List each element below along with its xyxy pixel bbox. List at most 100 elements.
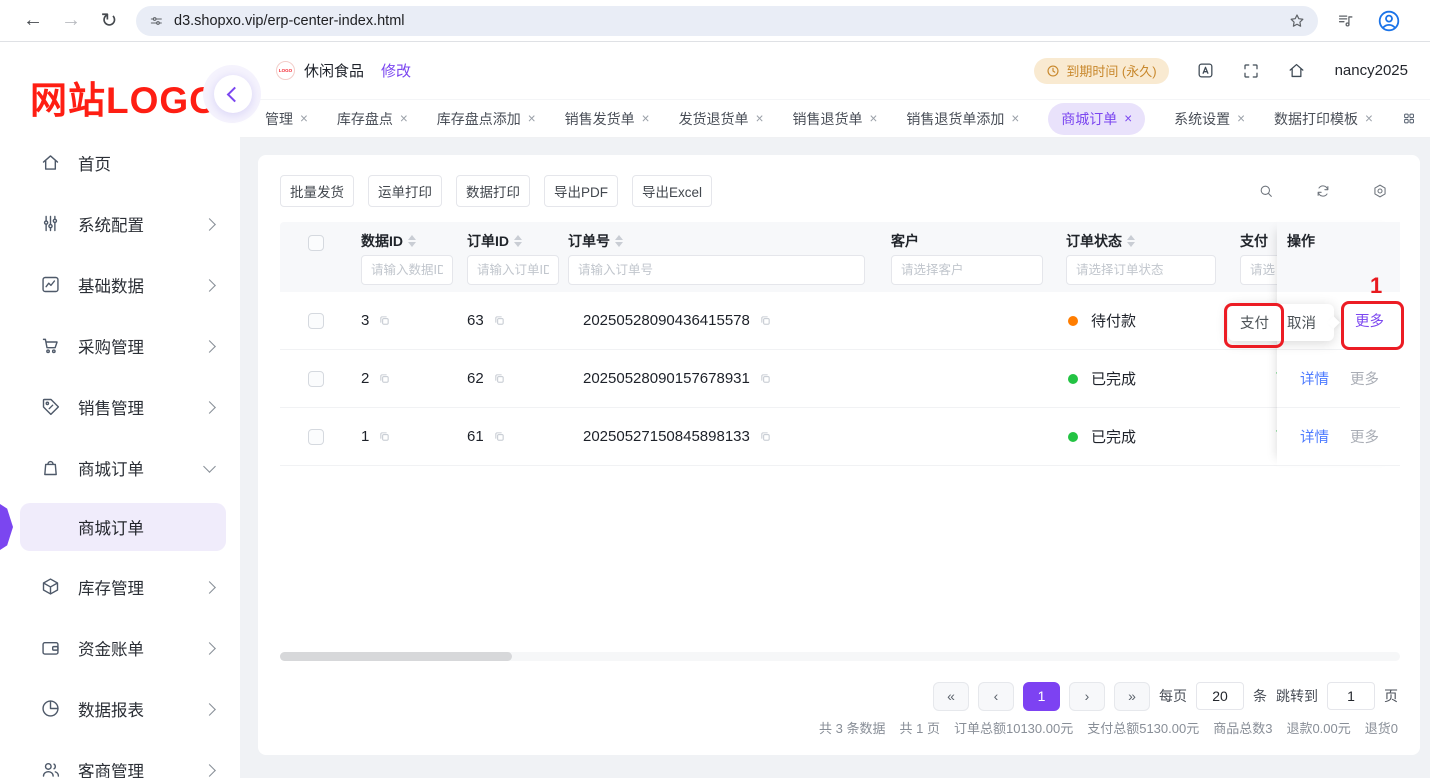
tab-item-active[interactable]: 商城订单 × [1048,102,1146,135]
column-header-data-id[interactable]: 数据ID [361,231,416,251]
browser-reload-button[interactable]: ↻ [90,8,128,33]
browser-forward-button[interactable]: → [52,9,90,32]
close-icon[interactable]: × [1237,111,1245,126]
copy-icon[interactable] [759,430,772,443]
column-header-order-status[interactable]: 订单状态 [1066,231,1135,251]
url-bar[interactable]: d3.shopxo.vip/erp-center-index.html [136,5,1318,36]
pagination-next-button[interactable]: › [1069,681,1105,711]
filter-select-order-status[interactable] [1066,255,1216,285]
sidebar-item-sales[interactable]: 销售管理 [0,376,240,437]
close-icon[interactable]: × [642,111,650,126]
fullscreen-icon[interactable] [1242,62,1260,80]
data-print-button[interactable]: 数据打印 [456,175,530,207]
link-detail[interactable]: 详情 [1300,426,1329,447]
edit-link[interactable]: 修改 [381,60,411,81]
filter-select-customer[interactable] [891,255,1043,285]
pagination-last-button[interactable]: » [1114,681,1150,711]
browser-back-button[interactable]: ← [14,9,52,32]
sidebar-item-funds[interactable]: 资金账单 [0,617,240,678]
tabs-overview-icon[interactable] [1402,110,1416,127]
tab-item[interactable]: 数据打印模板 × [1274,109,1373,129]
sidebar-item-customers[interactable]: 客商管理 [0,739,240,778]
copy-icon[interactable] [378,430,391,443]
active-menu-marker [0,504,13,550]
link-more[interactable]: 更多 [1355,310,1384,331]
copy-icon[interactable] [759,372,772,385]
url-text[interactable]: d3.shopxo.vip/erp-center-index.html [174,13,1278,29]
browser-menu-icon[interactable]: ⋮ [1423,10,1430,31]
row-checkbox[interactable] [308,429,324,445]
link-more[interactable]: 更多 [1350,368,1379,389]
copy-icon[interactable] [493,372,506,385]
sliders-icon [43,215,58,232]
close-icon[interactable]: × [1124,111,1132,126]
column-header-order-id[interactable]: 订单ID [467,231,522,251]
sidebar-item-purchase[interactable]: 采购管理 [0,315,240,376]
sidebar-subitem-mall-orders[interactable]: 商城订单 [20,503,226,551]
filter-input-data-id[interactable] [361,255,453,285]
link-more[interactable]: 更多 [1350,426,1379,447]
goto-page-input[interactable] [1327,682,1375,710]
bookmark-star-icon[interactable] [1288,12,1306,30]
close-icon[interactable]: × [400,111,408,126]
row-checkbox[interactable] [308,313,324,329]
close-icon[interactable]: × [756,111,764,126]
batch-ship-button[interactable]: 批量发货 [280,175,354,207]
search-icon[interactable] [1258,183,1274,199]
profile-avatar-icon[interactable] [1377,9,1401,33]
language-icon[interactable] [1196,61,1215,80]
copy-icon[interactable] [493,430,506,443]
link-detail[interactable]: 详情 [1300,368,1329,389]
home-icon[interactable] [1287,61,1306,80]
sidebar-item-mall-orders[interactable]: 商城订单 [0,437,240,498]
export-pdf-button[interactable]: 导出PDF [544,175,618,207]
sort-icon[interactable] [1127,235,1135,247]
tab-item[interactable]: 销售退货单添加 × [906,109,1019,129]
sidebar-item-inventory[interactable]: 库存管理 [0,556,240,617]
sidebar-collapse-button[interactable] [214,75,252,113]
sort-icon[interactable] [514,235,522,247]
tab-item[interactable]: 库存盘点 × [337,109,408,129]
close-icon[interactable]: × [528,111,536,126]
tab-item[interactable]: 销售发货单 × [565,109,650,129]
column-header-order-no[interactable]: 订单号 [568,231,623,251]
sidebar-item-system-config[interactable]: 系统配置 [0,193,240,254]
site-settings-icon[interactable] [148,13,164,29]
copy-icon[interactable] [378,314,391,327]
tab-item[interactable]: 销售退货单 × [792,109,877,129]
scrollbar-thumb[interactable] [280,652,512,661]
popover-pay-button[interactable]: 支付 [1240,312,1269,333]
tab-item[interactable]: 系统设置 × [1174,109,1245,129]
waybill-print-button[interactable]: 运单打印 [368,175,442,207]
popover-cancel-button[interactable]: 取消 [1287,312,1316,333]
tab-item[interactable]: 管理 × [265,109,308,129]
sort-icon[interactable] [615,235,623,247]
tab-item[interactable]: 库存盘点添加 × [437,109,536,129]
sidebar-item-base-data[interactable]: 基础数据 [0,254,240,315]
refresh-icon[interactable] [1315,183,1331,199]
sidebar-item-reports[interactable]: 数据报表 [0,678,240,739]
close-icon[interactable]: × [1365,111,1373,126]
export-excel-button[interactable]: 导出Excel [632,175,713,207]
horizontal-scrollbar[interactable] [280,652,1400,661]
pagination-first-button[interactable]: « [933,681,969,711]
username[interactable]: nancy2025 [1335,62,1408,79]
filter-input-order-no[interactable] [568,255,865,285]
sidebar-item-home[interactable]: 首页 [0,132,240,193]
filter-input-order-id[interactable] [467,255,559,285]
pagination-page-1[interactable]: 1 [1023,681,1060,711]
close-icon[interactable]: × [300,111,308,126]
settings-icon[interactable] [1372,183,1388,199]
media-controls-icon[interactable] [1336,11,1355,30]
select-all-checkbox[interactable] [308,235,324,251]
close-icon[interactable]: × [869,111,877,126]
per-page-input[interactable] [1196,682,1244,710]
row-checkbox[interactable] [308,371,324,387]
pagination-prev-button[interactable]: ‹ [978,681,1014,711]
copy-icon[interactable] [378,372,391,385]
tab-item[interactable]: 发货退货单 × [679,109,764,129]
close-icon[interactable]: × [1011,111,1019,126]
sort-icon[interactable] [408,235,416,247]
copy-icon[interactable] [493,314,506,327]
copy-icon[interactable] [759,314,772,327]
